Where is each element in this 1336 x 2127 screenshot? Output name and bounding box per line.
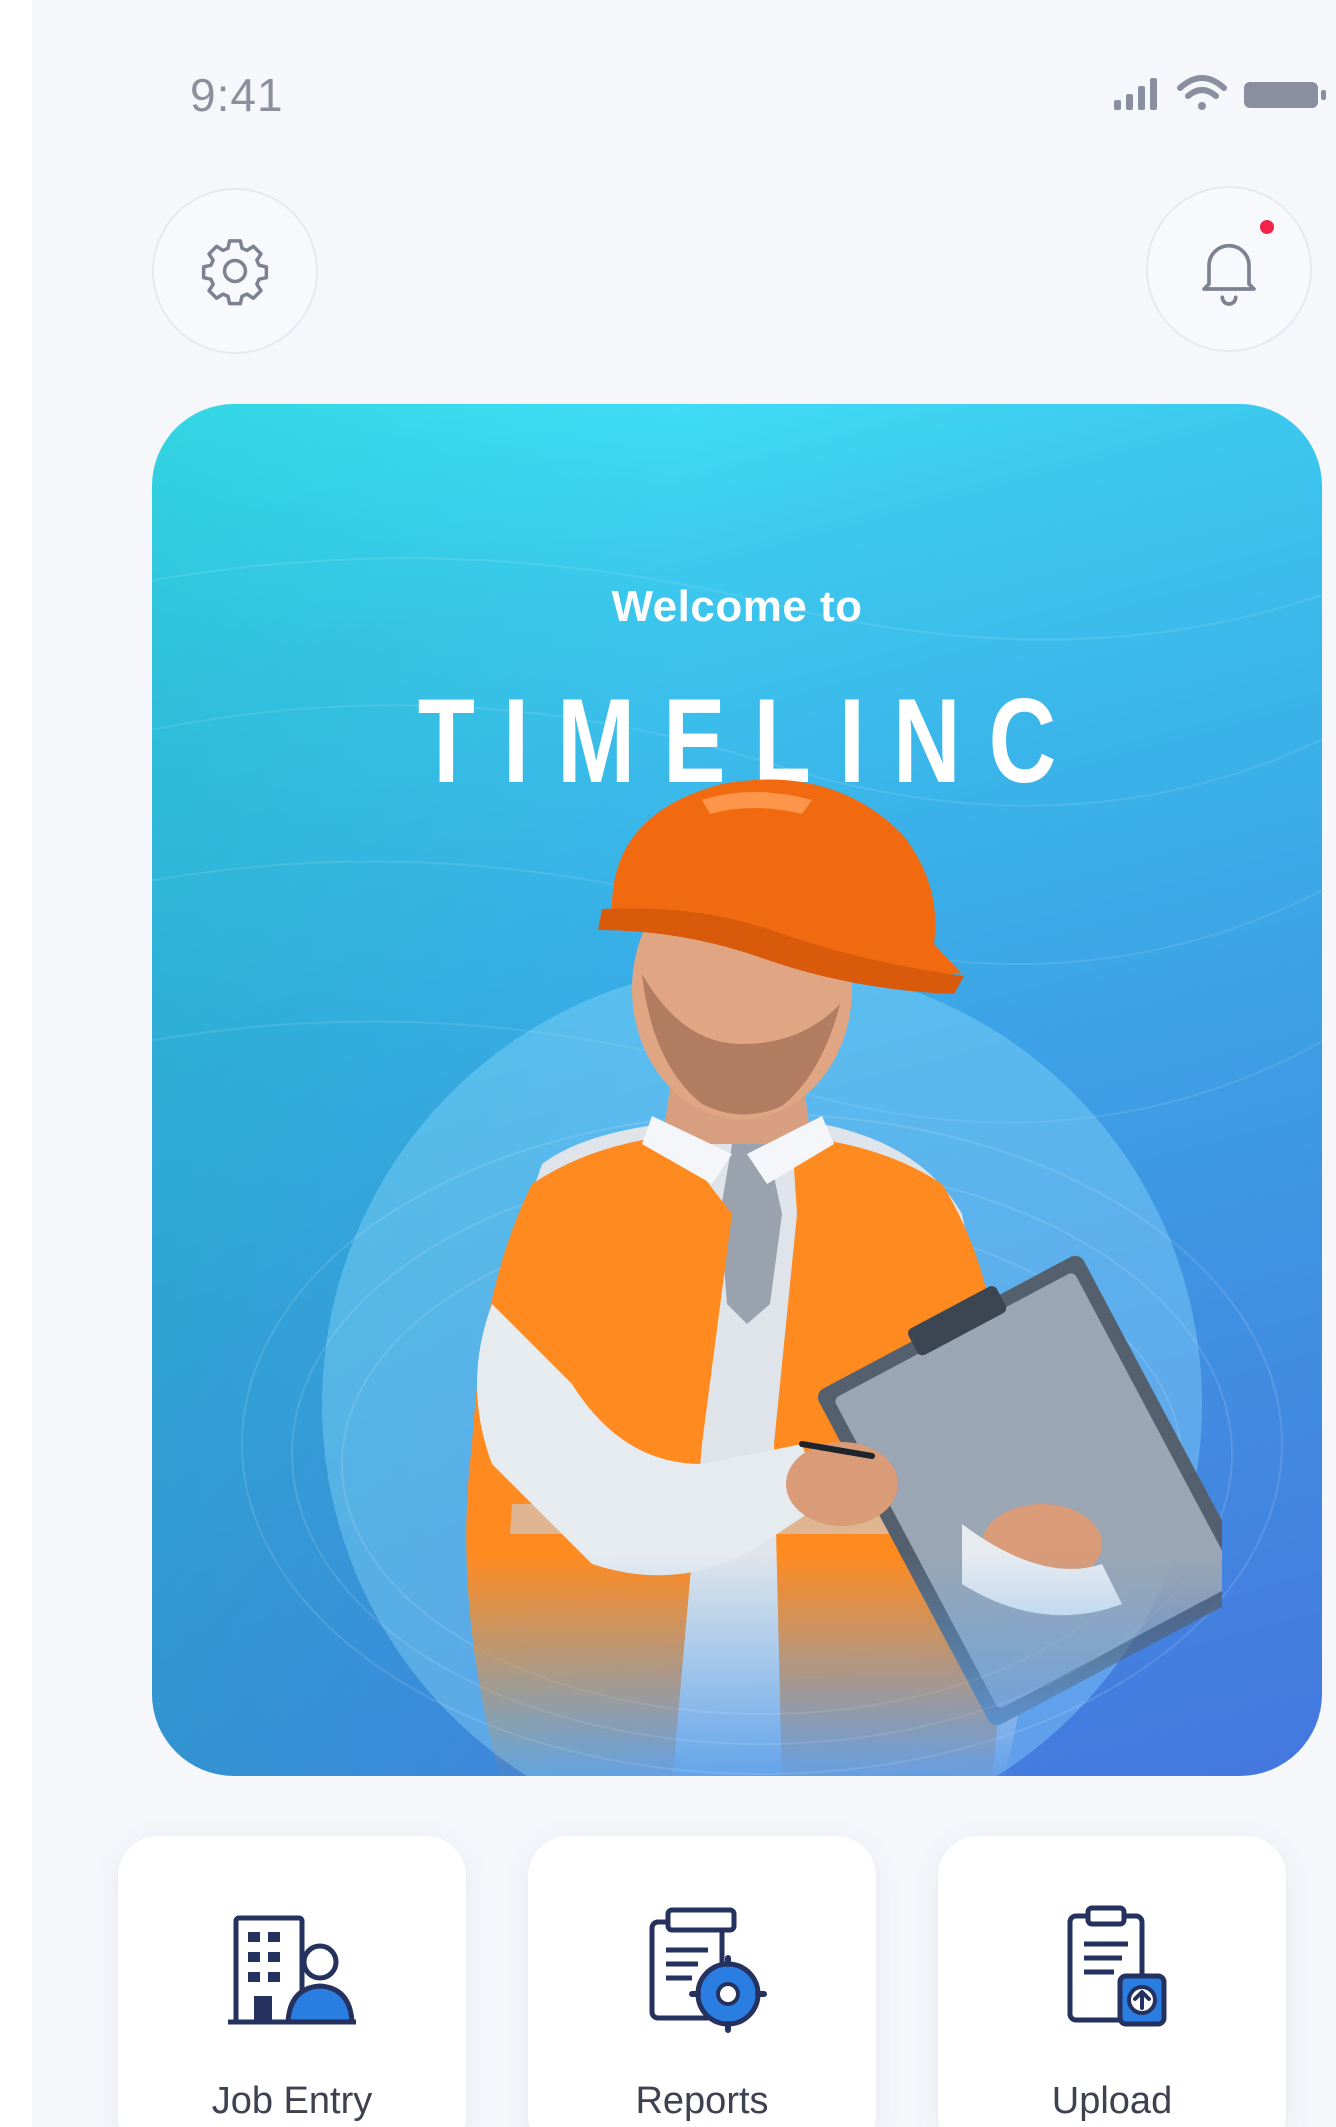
reports-icon [649,1907,767,2033]
app-screen: 9:41 Welcome to TIMELINC Job Entry Repor… [32,0,1336,2127]
reports-label: Reports [635,2080,769,2122]
upload-label: Upload [1051,2080,1173,2122]
bell-icon [1202,243,1256,306]
wifi-icon [1177,75,1227,110]
upload-tile[interactable]: Upload [938,1836,1286,2127]
notifications-button[interactable] [1146,186,1312,352]
status-icons [1114,75,1326,110]
welcome-banner: Welcome to TIMELINC [152,404,1322,1776]
quick-actions: Job Entry Reports Upload [32,1836,1336,2127]
settings-button[interactable] [152,188,318,354]
job-entry-tile[interactable]: Job Entry [118,1836,466,2127]
notification-badge [1260,220,1274,234]
reports-tile[interactable]: Reports [528,1836,876,2127]
battery-icon [1244,82,1326,108]
status-time: 9:41 [190,69,284,121]
signal-icon [1114,78,1157,110]
job-entry-label: Job Entry [211,2080,373,2122]
welcome-text: Welcome to [611,582,863,631]
gear-icon [201,239,269,306]
worker-illustration [466,779,1222,1776]
upload-icon [1067,1905,1167,2027]
job-entry-icon [228,1915,356,2025]
